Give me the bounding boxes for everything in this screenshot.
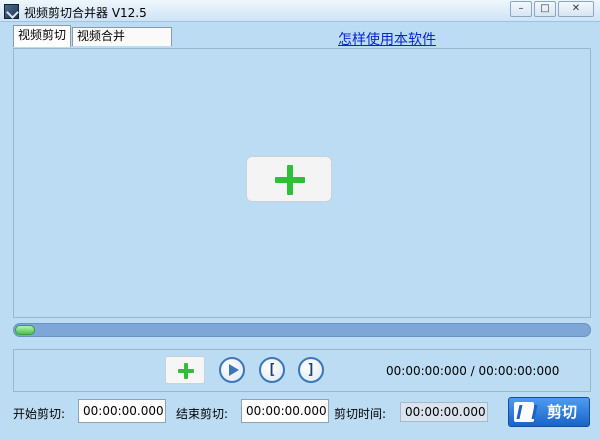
maximize-button[interactable]: □ (534, 1, 556, 17)
app-icon (4, 4, 19, 19)
minimize-button[interactable]: – (510, 1, 532, 17)
play-icon (229, 364, 239, 376)
bracket-right-icon: ] (306, 362, 316, 378)
cut-duration-label: 剪切时间: (334, 407, 387, 421)
seek-handle[interactable] (15, 325, 35, 335)
scissors-icon (514, 402, 534, 422)
end-cut-label: 结束剪切: (176, 407, 229, 421)
start-cut-label: 开始剪切: (13, 407, 66, 421)
start-time-field[interactable]: 00:00:00.000 (78, 399, 166, 423)
control-panel: [ ] 00:00:00:000 / 00:00:00:000 (13, 349, 591, 392)
add-video-button[interactable] (246, 156, 332, 202)
close-button[interactable]: ✕ (558, 1, 594, 17)
plus-icon (178, 363, 194, 379)
tab-bar: 视频剪切 视频合并 (13, 25, 172, 47)
help-link[interactable]: 怎样使用本软件 (338, 29, 436, 49)
cut-button-label: 剪切 (547, 403, 578, 421)
window-title: 视频剪切合并器 V12.5 (24, 6, 147, 20)
mark-start-button[interactable]: [ (259, 357, 285, 383)
window-controls: – □ ✕ (508, 1, 594, 17)
title-bar[interactable]: 视频剪切合并器 V12.5 – □ ✕ (0, 0, 600, 22)
cut-duration-field: 00:00:00.000 (400, 402, 488, 422)
tab-video-cut[interactable]: 视频剪切 (13, 25, 71, 47)
tab-video-merge[interactable]: 视频合并 (72, 27, 172, 46)
end-time-field[interactable]: 00:00:00.000 (241, 399, 329, 423)
cut-button[interactable]: 剪切 (508, 397, 590, 427)
bracket-left-icon: [ (267, 362, 277, 378)
time-readout: 00:00:00:000 / 00:00:00:000 (386, 364, 560, 378)
add-file-button[interactable] (165, 356, 205, 384)
mark-end-button[interactable]: ] (298, 357, 324, 383)
seek-bar[interactable] (13, 323, 591, 337)
play-button[interactable] (219, 357, 245, 383)
plus-icon (275, 165, 305, 195)
